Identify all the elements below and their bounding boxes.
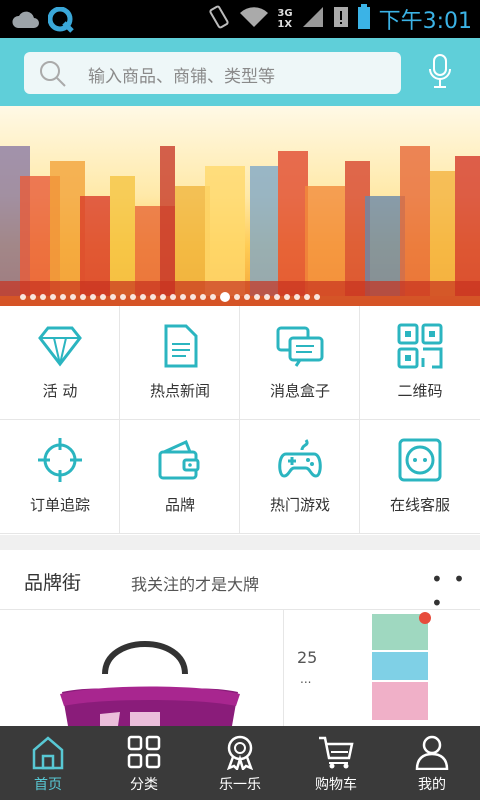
bottom-navigation: 首页 分类 乐一乐 购物车 我的	[0, 726, 480, 800]
grid-item-message-box[interactable]: 消息盒子	[240, 306, 360, 420]
ellipsis: ...	[300, 672, 312, 686]
pagination-dot[interactable]	[234, 294, 240, 300]
grid-item-brand[interactable]: 品牌	[120, 420, 240, 534]
chat-bubbles-icon	[276, 322, 324, 370]
wallet-icon	[156, 436, 204, 484]
section-subtitle: 我关注的才是大牌	[131, 575, 260, 594]
wifi-icon	[239, 5, 269, 33]
pagination-dot[interactable]	[70, 294, 76, 300]
nav-category[interactable]: 分类	[96, 726, 192, 800]
brand-street-content: 25 ...	[0, 610, 480, 726]
pagination-dot[interactable]	[190, 294, 196, 300]
grid-item-qrcode[interactable]: 二维码	[360, 306, 480, 420]
pagination-dot[interactable]	[60, 294, 66, 300]
grid-item-label: 二维码	[397, 382, 443, 400]
pagination-dot[interactable]	[20, 294, 26, 300]
search-placeholder: 输入商品、商铺、类型等	[88, 67, 275, 87]
pagination-dot[interactable]	[304, 294, 310, 300]
network-type: 3G 1X	[277, 8, 292, 30]
pagination-dot[interactable]	[140, 294, 146, 300]
clock: 下午3:01	[378, 9, 472, 34]
cloud-icon	[12, 10, 40, 34]
grid-item-label: 消息盒子	[269, 382, 330, 400]
grid-item-online-service[interactable]: 在线客服	[360, 420, 480, 534]
nav-label: 我的	[418, 777, 446, 793]
pagination-dot[interactable]	[254, 294, 260, 300]
vibrate-icon	[207, 4, 231, 34]
crosshair-icon	[36, 436, 84, 484]
pagination-dot[interactable]	[130, 294, 136, 300]
shopping-bag-image[interactable]	[60, 634, 240, 730]
pagination-dot[interactable]	[120, 294, 126, 300]
gamepad-icon	[276, 436, 324, 484]
nav-home[interactable]: 首页	[0, 726, 96, 800]
pagination-dot[interactable]	[40, 294, 46, 300]
pagination-dot[interactable]	[264, 294, 270, 300]
pagination-dot[interactable]	[210, 294, 216, 300]
divider	[283, 610, 284, 726]
nav-label: 购物车	[315, 777, 357, 793]
pagination-dot[interactable]	[160, 294, 166, 300]
signal-icon	[301, 5, 325, 33]
grid-item-label: 在线客服	[389, 496, 450, 514]
nav-label: 分类	[130, 777, 158, 793]
pagination-dot[interactable]	[170, 294, 176, 300]
grid-item-hot-games[interactable]: 热门游戏	[240, 420, 360, 534]
pagination-dot[interactable]	[50, 294, 56, 300]
status-bar: 3G 1X 下午3:01	[0, 0, 480, 38]
pagination-dot[interactable]	[90, 294, 96, 300]
nav-label: 乐一乐	[219, 777, 261, 793]
nav-fun[interactable]: 乐一乐	[192, 726, 288, 800]
diamond-icon	[36, 322, 84, 370]
grid-item-label: 品牌	[164, 496, 195, 514]
search-icon	[38, 59, 68, 93]
pagination-dot[interactable]	[200, 294, 206, 300]
brand-street-header: 品牌街 我关注的才是大牌 • • •	[0, 550, 480, 615]
pagination-dot[interactable]	[314, 294, 320, 300]
pagination-dot[interactable]	[244, 294, 250, 300]
grid-item-label: 热点新闻	[149, 382, 210, 400]
nav-cart[interactable]: 购物车	[288, 726, 384, 800]
towels-image[interactable]	[370, 612, 434, 728]
grid-item-label: 热门游戏	[269, 496, 330, 514]
pagination-dot[interactable]	[80, 294, 86, 300]
pagination-dot[interactable]	[284, 294, 290, 300]
pagination-dot[interactable]	[294, 294, 300, 300]
section-title: 品牌街	[24, 572, 82, 594]
grid-item-activity[interactable]: 活 动	[0, 306, 120, 420]
grid-item-hot-news[interactable]: 热点新闻	[120, 306, 240, 420]
service-icon	[396, 436, 444, 484]
pagination-dot[interactable]	[274, 294, 280, 300]
search-input[interactable]: 输入商品、商铺、类型等	[24, 52, 401, 94]
pagination-dot[interactable]	[180, 294, 186, 300]
pagination-dot[interactable]	[150, 294, 156, 300]
feature-grid: 活 动 热点新闻 消息盒子 二维码 订单追踪 品牌 热门游戏 在线客服	[0, 306, 480, 535]
pagination-dot[interactable]	[30, 294, 36, 300]
item-count: 25	[297, 648, 318, 667]
sim-alert-icon	[333, 5, 349, 33]
microphone-icon[interactable]	[428, 54, 452, 94]
banner-pagination[interactable]	[20, 292, 320, 302]
pagination-dot[interactable]	[100, 294, 106, 300]
network-bottom-label: 1X	[277, 19, 293, 30]
battery-icon	[357, 4, 371, 34]
city-skyline-image	[0, 146, 480, 306]
network-top-label: 3G	[277, 8, 293, 19]
grid-item-label: 订单追踪	[29, 496, 90, 514]
pagination-dot-active[interactable]	[220, 292, 230, 302]
more-icon[interactable]: • • •	[431, 567, 480, 615]
nav-label: 首页	[34, 777, 62, 793]
search-header: 输入商品、商铺、类型等	[0, 38, 480, 106]
nav-mine[interactable]: 我的	[384, 726, 480, 800]
qrcode-icon	[396, 322, 444, 370]
pagination-dot[interactable]	[110, 294, 116, 300]
grid-item-order-tracking[interactable]: 订单追踪	[0, 420, 120, 534]
promo-banner[interactable]	[0, 106, 480, 306]
app-notification-icon	[47, 6, 74, 37]
grid-item-label: 活 动	[42, 382, 78, 400]
document-icon	[156, 322, 204, 370]
